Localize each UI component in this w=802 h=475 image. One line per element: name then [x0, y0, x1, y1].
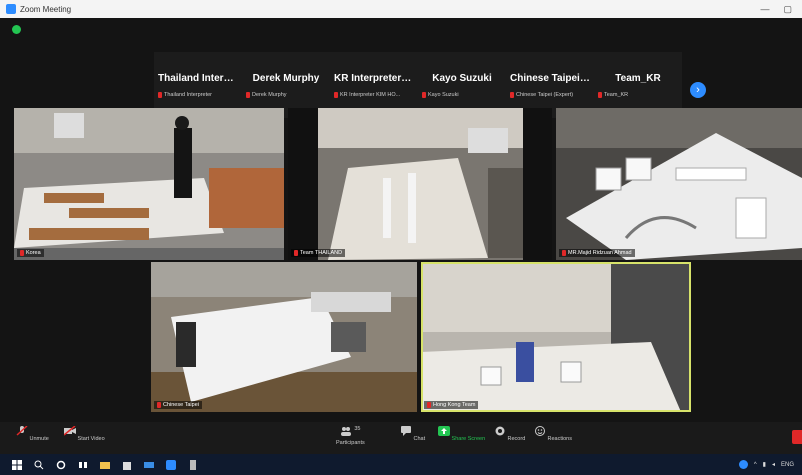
video-label-text: MR.Majid Ridzuan Ahmad — [568, 250, 632, 256]
video-feed — [14, 108, 284, 260]
unmute-label: Unmute — [29, 436, 49, 442]
window-title: Zoom Meeting — [20, 4, 72, 14]
video-label-text: Chinese Taipei — [163, 402, 199, 408]
reactions-button[interactable]: Reactions — [534, 426, 572, 442]
video-label-text: Hong Kong Team — [433, 402, 476, 408]
participant-label: Team_KR — [604, 91, 629, 98]
store-icon[interactable] — [122, 460, 132, 470]
participants-label: Participants — [336, 440, 365, 446]
share-screen-button[interactable]: Share Screen — [438, 426, 485, 442]
zoom-app-icon — [6, 4, 16, 14]
participant-name: Derek Murphy — [252, 72, 320, 84]
muted-mic-icon — [334, 91, 338, 98]
record-icon — [495, 426, 505, 436]
participant-name: Team_KR — [615, 72, 661, 84]
unmute-button[interactable]: Unmute — [16, 425, 49, 442]
muted-mic-icon — [158, 91, 162, 98]
reactions-label: Reactions — [547, 436, 572, 442]
muted-mic-icon — [157, 402, 161, 408]
muted-mic-icon — [598, 91, 602, 98]
participant-name: Thailand Interpr... — [158, 72, 238, 84]
participant-label: Chinese Taipei (Expert) — [516, 91, 574, 98]
video-feed — [151, 262, 417, 412]
share-screen-icon — [438, 426, 450, 436]
cortana-icon[interactable] — [56, 460, 66, 470]
reactions-smiley-icon — [535, 426, 545, 436]
video-label-text: Team THAILAND — [300, 250, 343, 256]
video-label: MR.Majid Ridzuan Ahmad — [559, 249, 635, 257]
security-shield-icon[interactable] — [12, 25, 21, 34]
participants-icon — [341, 427, 352, 436]
muted-mic-icon — [294, 250, 298, 256]
search-icon[interactable] — [34, 460, 44, 470]
participant-name: KR Interpreter K... — [334, 72, 414, 84]
start-video-button[interactable]: Start Video — [63, 425, 105, 442]
system-tray: ^ ▮ ◂ ENG — [738, 460, 794, 469]
zoom-tray-icon[interactable] — [738, 460, 748, 469]
mail-icon[interactable] — [144, 460, 154, 470]
video-label: Team THAILAND — [291, 249, 346, 257]
muted-mic-icon — [427, 402, 431, 408]
windows-start-icon[interactable] — [12, 459, 22, 470]
next-page-button[interactable]: › — [690, 82, 706, 98]
video-tile-chinese-taipei[interactable]: Chinese Taipei — [151, 262, 417, 412]
start-video-label: Start Video — [77, 436, 105, 442]
network-icon[interactable]: ▮ — [763, 461, 766, 468]
muted-mic-icon — [422, 91, 426, 98]
video-label: Chinese Taipei — [154, 401, 202, 409]
video-feed — [421, 262, 691, 412]
video-tile-majid[interactable]: MR.Majid Ridzuan Ahmad — [556, 108, 802, 260]
video-tile-korea[interactable]: Korea — [14, 108, 284, 260]
participant-label: Derek Murphy — [252, 91, 287, 98]
meeting-toolbar: Unmute Start Video 35 Participants Chat … — [0, 422, 802, 454]
maximize-button[interactable]: ▢ — [783, 4, 792, 15]
chat-label: Chat — [413, 436, 426, 442]
participant-label: Thailand Interpreter — [164, 91, 212, 98]
task-view-icon[interactable] — [78, 460, 88, 470]
video-tile-thailand[interactable]: Team THAILAND — [288, 108, 552, 260]
muted-mic-icon — [20, 250, 24, 256]
share-screen-label: Share Screen — [451, 436, 486, 442]
chat-icon — [401, 426, 411, 436]
participants-count: 35 — [354, 426, 361, 432]
participants-button[interactable]: 35 Participants — [336, 426, 365, 446]
participant-label: KR Interpreter KIM HO... — [340, 91, 401, 98]
video-feed — [556, 108, 802, 260]
language-indicator[interactable]: ENG — [781, 462, 794, 468]
video-camera-off-icon — [63, 425, 76, 436]
minimize-button[interactable]: — — [760, 4, 769, 15]
video-label-text: Korea — [26, 250, 41, 256]
end-meeting-button[interactable] — [792, 430, 802, 444]
record-label: Record — [507, 436, 526, 442]
microphone-muted-icon — [16, 425, 28, 436]
muted-mic-icon — [562, 250, 566, 256]
chevron-up-icon[interactable]: ^ — [754, 462, 757, 468]
chat-button[interactable]: Chat — [400, 426, 425, 442]
windows-taskbar: ^ ▮ ◂ ENG — [0, 454, 802, 475]
video-tile-hong-kong[interactable]: Hong Kong Team — [421, 262, 691, 412]
video-label: Hong Kong Team — [424, 401, 479, 409]
participant-label: Kayo Suzuki — [428, 91, 459, 98]
video-label: Korea — [17, 249, 44, 257]
muted-mic-icon — [246, 91, 250, 98]
app-icon[interactable] — [188, 459, 198, 470]
participant-name: Kayo Suzuki — [432, 72, 492, 84]
record-button[interactable]: Record — [494, 426, 525, 442]
meeting-area: Thailand Interpr... Thailand Interpreter… — [0, 18, 802, 422]
participant-name: Chinese Taipei (... — [510, 72, 590, 84]
muted-mic-icon — [510, 91, 514, 98]
video-feed — [288, 108, 552, 260]
title-bar: Zoom Meeting — ▢ — [0, 0, 802, 18]
zoom-taskbar-icon[interactable] — [166, 459, 176, 470]
volume-icon[interactable]: ◂ — [772, 461, 775, 468]
file-explorer-icon[interactable] — [100, 460, 110, 470]
